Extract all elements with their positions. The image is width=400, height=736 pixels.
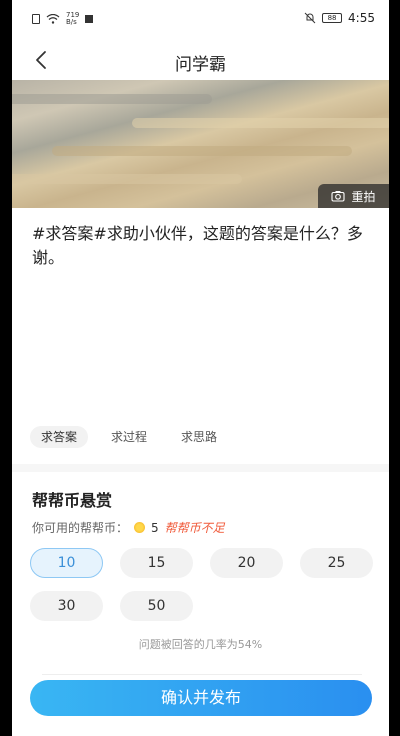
tag-list: 求答案 求过程 求思路: [30, 426, 228, 448]
network-speed-unit: B/s: [66, 18, 77, 26]
reward-option-10[interactable]: 10: [30, 548, 103, 578]
photo-texture: [12, 174, 242, 184]
status-right: 88 4:55: [304, 11, 375, 25]
sim-icon: [32, 14, 40, 24]
status-left: 719 B/s: [32, 12, 94, 26]
page-title: 问学霸: [175, 55, 226, 75]
app-screen: 719 B/s 88 4:55 问学霸 重拍 #求答案#求助小伙伴，这题的答案是…: [12, 0, 389, 736]
photo-texture: [12, 94, 212, 104]
wifi-icon: [46, 14, 60, 24]
photo-texture: [132, 118, 389, 128]
reward-option-15[interactable]: 15: [120, 548, 193, 578]
coin-count: 5: [151, 520, 159, 535]
section-divider: [12, 464, 389, 472]
bell-muted-icon: [304, 12, 316, 24]
insufficient-warning: 帮帮币不足: [164, 521, 225, 535]
reward-options: 10 15 20 25 30 50: [30, 548, 375, 621]
tag-process[interactable]: 求过程: [100, 426, 158, 448]
reward-option-25[interactable]: 25: [300, 548, 373, 578]
answer-probability: 问题被回答的几率为54%: [138, 638, 263, 651]
confirm-publish-button[interactable]: 确认并发布: [30, 680, 372, 716]
camera-icon: [331, 191, 346, 202]
status-bar: 719 B/s 88 4:55: [12, 0, 389, 40]
network-speed: 719 B/s: [66, 12, 79, 26]
notification-icon: [85, 15, 94, 23]
retake-button[interactable]: 重拍: [318, 184, 389, 208]
question-photo[interactable]: 重拍: [12, 80, 389, 208]
question-text[interactable]: #求答案#求助小伙伴，这题的答案是什么？多谢。: [32, 222, 377, 270]
clock: 4:55: [348, 11, 375, 25]
photo-texture: [52, 146, 352, 156]
tag-answer[interactable]: 求答案: [30, 426, 89, 448]
battery-icon: 88: [322, 13, 343, 23]
reward-option-50[interactable]: 50: [120, 591, 193, 621]
divider-line: [42, 674, 362, 675]
reward-title: 帮帮币悬赏: [32, 491, 113, 510]
tag-approach[interactable]: 求思路: [170, 426, 228, 448]
reward-option-30[interactable]: 30: [30, 591, 103, 621]
nav-bar: 问学霸: [12, 40, 389, 80]
retake-label: 重拍: [351, 189, 376, 204]
coin-icon: [134, 522, 146, 533]
available-coins: 你可用的帮帮币： 5 帮帮币不足: [32, 519, 225, 536]
available-label: 你可用的帮帮币：: [32, 521, 129, 535]
reward-option-20[interactable]: 20: [210, 548, 283, 578]
